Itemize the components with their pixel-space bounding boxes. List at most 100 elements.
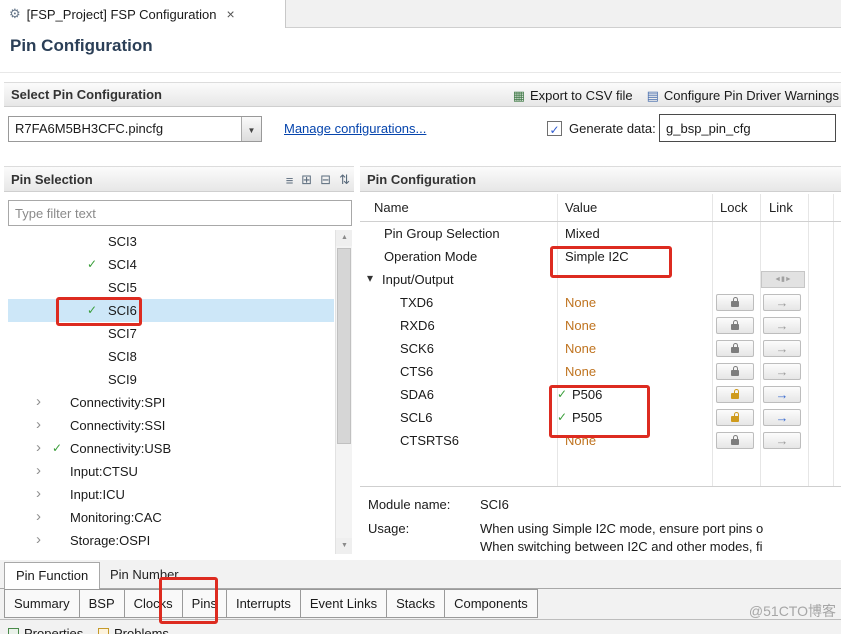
- chevron-right-icon[interactable]: ›: [36, 436, 41, 459]
- gear-icon: ⚙: [9, 6, 21, 22]
- chevron-right-icon[interactable]: ›: [36, 413, 41, 436]
- link-button-active[interactable]: →: [763, 409, 801, 426]
- generate-data-checkbox[interactable]: ✓: [547, 121, 562, 136]
- link-button-active[interactable]: →: [763, 386, 801, 403]
- tree-item-storage-ospi[interactable]: › Storage:OSPI: [8, 529, 334, 552]
- tree-item-connectivity-ssi[interactable]: › Connectivity:SSI: [8, 414, 334, 437]
- pin-selection-header: Pin Selection ≡ ⊞ ⊟ ⇅: [4, 166, 354, 192]
- lock-button[interactable]: [716, 317, 754, 334]
- export-csv-icon: ▦: [513, 88, 525, 104]
- chevron-right-icon[interactable]: ›: [36, 505, 41, 528]
- lock-button[interactable]: [716, 432, 754, 449]
- column-header-link: Link: [769, 194, 793, 222]
- pin-row-txd6[interactable]: TXD6 None →: [360, 291, 841, 314]
- lock-icon: [731, 324, 739, 330]
- export-csv-label: Export to CSV file: [530, 88, 633, 103]
- pincfg-dropdown-button[interactable]: ▼: [241, 117, 261, 141]
- tab-components[interactable]: Components: [445, 589, 538, 618]
- link-button[interactable]: →: [763, 340, 801, 357]
- sort-icon[interactable]: ⇅: [339, 172, 350, 188]
- scroll-down-icon[interactable]: ▼: [336, 538, 352, 554]
- lock-icon: [731, 370, 739, 376]
- arrow-right-icon: →: [776, 295, 789, 310]
- pin-row-rxd6[interactable]: RXD6 None →: [360, 314, 841, 337]
- lock-button[interactable]: [716, 363, 754, 380]
- scrollbar-thumb[interactable]: [337, 248, 351, 444]
- tab-problems-partial[interactable]: Problems: [98, 623, 169, 634]
- arrow-right-icon: →: [776, 364, 789, 379]
- scroll-up-icon[interactable]: ▲: [336, 230, 352, 246]
- pincfg-select[interactable]: R7FA6M5BH3CFC.pincfg ▼: [8, 116, 262, 142]
- tree-item-sci4[interactable]: ✓ SCI4: [8, 253, 334, 276]
- link-button[interactable]: →: [763, 317, 801, 334]
- tree-item-sci6-selected[interactable]: ✓ SCI6: [8, 299, 334, 322]
- tab-event-links[interactable]: Event Links: [301, 589, 387, 618]
- pin-row-sck6[interactable]: SCK6 None →: [360, 337, 841, 360]
- pin-row-sda6[interactable]: SDA6 ✓ P506 →: [360, 383, 841, 406]
- tree-item-sci9[interactable]: SCI9: [8, 368, 334, 391]
- pin-view-tab-strip: Pin Function Pin Number: [0, 560, 841, 589]
- usage-label: Usage:: [368, 521, 409, 536]
- pin-row-operation-mode[interactable]: Operation Mode Simple I2C: [360, 245, 841, 268]
- pin-configuration-table: Name Value Lock Link Pin Group Selection…: [360, 194, 841, 486]
- tree-item-sci5[interactable]: SCI5: [8, 276, 334, 299]
- tree-scrollbar[interactable]: ▲ ▼: [335, 230, 352, 554]
- lock-icon: [731, 439, 739, 445]
- generate-data-input[interactable]: [659, 114, 836, 142]
- unlock-icon: [731, 416, 739, 422]
- column-header-lock: Lock: [720, 194, 747, 222]
- tab-stacks[interactable]: Stacks: [387, 589, 445, 618]
- link-button[interactable]: →: [763, 294, 801, 311]
- pin-row-input-output[interactable]: ▾ Input/Output ◄▮►: [360, 268, 841, 291]
- tab-summary[interactable]: Summary: [4, 589, 80, 618]
- tab-pin-function[interactable]: Pin Function: [4, 562, 100, 589]
- lock-button-unlocked[interactable]: [716, 409, 754, 426]
- tab-bsp[interactable]: BSP: [80, 589, 125, 618]
- tree-item-sci7[interactable]: SCI7: [8, 322, 334, 345]
- tab-properties-partial[interactable]: Properties: [8, 623, 83, 634]
- close-icon[interactable]: ×: [226, 6, 234, 22]
- chevron-right-icon[interactable]: ›: [36, 482, 41, 505]
- tree-item-monitoring-cac[interactable]: › Monitoring:CAC: [8, 506, 334, 529]
- manage-configurations-link[interactable]: Manage configurations...: [284, 121, 426, 136]
- view-menu-icon[interactable]: ≡: [286, 173, 294, 188]
- pin-row-ctsrts6[interactable]: CTSRTS6 None →: [360, 429, 841, 452]
- lock-button[interactable]: [716, 294, 754, 311]
- tree-item-input-icu[interactable]: › Input:ICU: [8, 483, 334, 506]
- module-name-value: SCI6: [480, 497, 509, 512]
- configure-warnings-label: Configure Pin Driver Warnings: [664, 88, 839, 103]
- tree-item-input-ctsu[interactable]: › Input:CTSU: [8, 460, 334, 483]
- filter-input[interactable]: [8, 200, 352, 226]
- module-name-label: Module name:: [368, 497, 450, 512]
- link-button[interactable]: →: [763, 432, 801, 449]
- pin-group-cycle-icon[interactable]: ◄▮►: [761, 271, 805, 288]
- pin-row-cts6[interactable]: CTS6 None →: [360, 360, 841, 383]
- tree-item-sci3[interactable]: SCI3: [8, 230, 334, 253]
- lock-button-unlocked[interactable]: [716, 386, 754, 403]
- watermark: @51CTO博客: [749, 601, 836, 621]
- check-icon: ✓: [557, 406, 567, 429]
- tab-pin-number[interactable]: Pin Number: [100, 562, 189, 588]
- lock-button[interactable]: [716, 340, 754, 357]
- export-csv-button[interactable]: ▦ Export to CSV file: [513, 88, 633, 104]
- arrow-right-icon: →: [776, 387, 789, 402]
- tab-interrupts[interactable]: Interrupts: [227, 589, 301, 618]
- tree-item-sci8[interactable]: SCI8: [8, 345, 334, 368]
- expand-all-icon[interactable]: ⊞: [301, 172, 312, 188]
- editor-tab-fsp-configuration[interactable]: ⚙ [FSP_Project] FSP Configuration ×: [0, 0, 286, 28]
- pin-row-pin-group-selection[interactable]: Pin Group Selection Mixed: [360, 222, 841, 245]
- tree-item-connectivity-usb[interactable]: › ✓ Connectivity:USB: [8, 437, 334, 460]
- chevron-down-icon[interactable]: ▾: [367, 267, 373, 290]
- chevron-right-icon[interactable]: ›: [36, 459, 41, 482]
- pin-selection-toolbar: ≡ ⊞ ⊟ ⇅: [286, 167, 350, 193]
- pin-row-scl6[interactable]: SCL6 ✓ P505 →: [360, 406, 841, 429]
- pincfg-selected-value: R7FA6M5BH3CFC.pincfg: [15, 121, 163, 136]
- collapse-all-icon[interactable]: ⊟: [320, 172, 331, 188]
- chevron-right-icon[interactable]: ›: [36, 528, 41, 551]
- configure-pin-driver-warnings-button[interactable]: ▤ Configure Pin Driver Warnings: [647, 88, 839, 104]
- link-button[interactable]: →: [763, 363, 801, 380]
- tree-item-connectivity-spi[interactable]: › Connectivity:SPI: [8, 391, 334, 414]
- chevron-right-icon[interactable]: ›: [36, 390, 41, 413]
- tab-pins[interactable]: Pins: [183, 589, 227, 618]
- tab-clocks[interactable]: Clocks: [125, 589, 183, 618]
